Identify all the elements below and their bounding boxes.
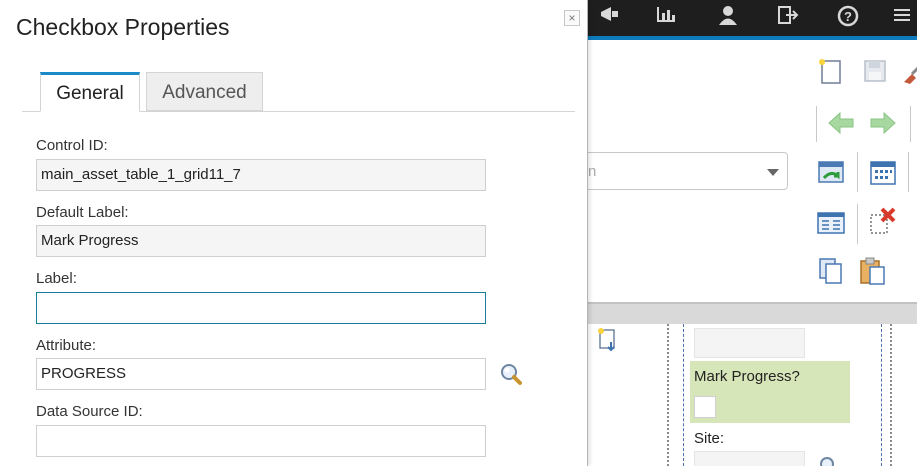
label-label: Label: [36,270,77,287]
bar-chart-icon[interactable] [652,4,680,32]
app-background: ? n Mark Progress? Site: [588,0,917,466]
attribute-label: Attribute: [36,337,97,354]
help-icon[interactable]: ? [834,4,862,32]
checkbox-properties-dialog: Checkbox Properties × General Advanced C… [0,0,588,466]
column-border [667,324,669,466]
checkbox-control-box[interactable] [694,396,716,418]
default-label-label: Default Label: [36,204,129,221]
delete-icon[interactable] [868,206,898,236]
column-border [683,324,684,466]
search-icon[interactable] [499,362,523,386]
toolbar-separator [816,106,817,142]
previous-icon[interactable] [826,108,856,138]
column-border [890,324,892,466]
close-icon[interactable]: × [564,10,580,26]
megaphone-icon[interactable] [596,4,624,32]
paste-icon[interactable] [858,256,888,286]
site-field[interactable] [694,451,805,466]
calendar-icon[interactable] [868,158,898,188]
default-label-field[interactable]: Mark Progress [36,225,486,257]
user-icon[interactable] [714,4,742,32]
properties-icon[interactable] [596,326,620,352]
control-id-label: Control ID: [36,137,108,154]
save-icon[interactable] [860,56,890,86]
form-icon[interactable] [816,208,846,238]
sign-out-icon[interactable] [774,4,802,32]
checkbox-control-selected[interactable]: Mark Progress? [690,361,850,423]
tab-advanced[interactable]: Advanced [146,72,263,111]
tab-general[interactable]: General [40,72,140,112]
next-icon[interactable] [868,108,898,138]
label-input[interactable] [36,292,486,324]
refresh-icon[interactable] [816,158,846,188]
column-border [881,324,882,466]
section-band [588,302,917,324]
toolbar-separator [857,152,858,192]
app-top-bar: ? [588,0,917,36]
toolbar-separator [908,152,909,192]
control-id-field[interactable]: main_asset_table_1_grid11_7 [36,159,486,191]
search-icon[interactable] [818,455,840,466]
design-canvas: Mark Progress? Site: [588,324,917,466]
data-source-id-label: Data Source ID: [36,403,143,420]
checkbox-control-label: Mark Progress? [694,368,800,385]
toolbar-separator [857,204,858,244]
svg-text:?: ? [844,9,852,24]
site-label: Site: [694,430,725,447]
app-select[interactable]: n [588,152,788,190]
menu-icon[interactable] [888,4,916,32]
app-select-value: n [588,163,597,180]
toolbar-separator [910,106,911,142]
attribute-input[interactable]: PROGRESS [36,358,486,390]
copy-icon[interactable] [816,256,846,286]
chevron-down-icon[interactable] [767,169,779,176]
top-bar-accent [588,36,917,40]
data-source-id-input[interactable] [36,425,486,457]
dialog-title: Checkbox Properties [16,14,230,40]
new-record-icon[interactable] [816,56,846,86]
canvas-field[interactable] [694,328,805,358]
clear-icon[interactable] [900,56,917,86]
